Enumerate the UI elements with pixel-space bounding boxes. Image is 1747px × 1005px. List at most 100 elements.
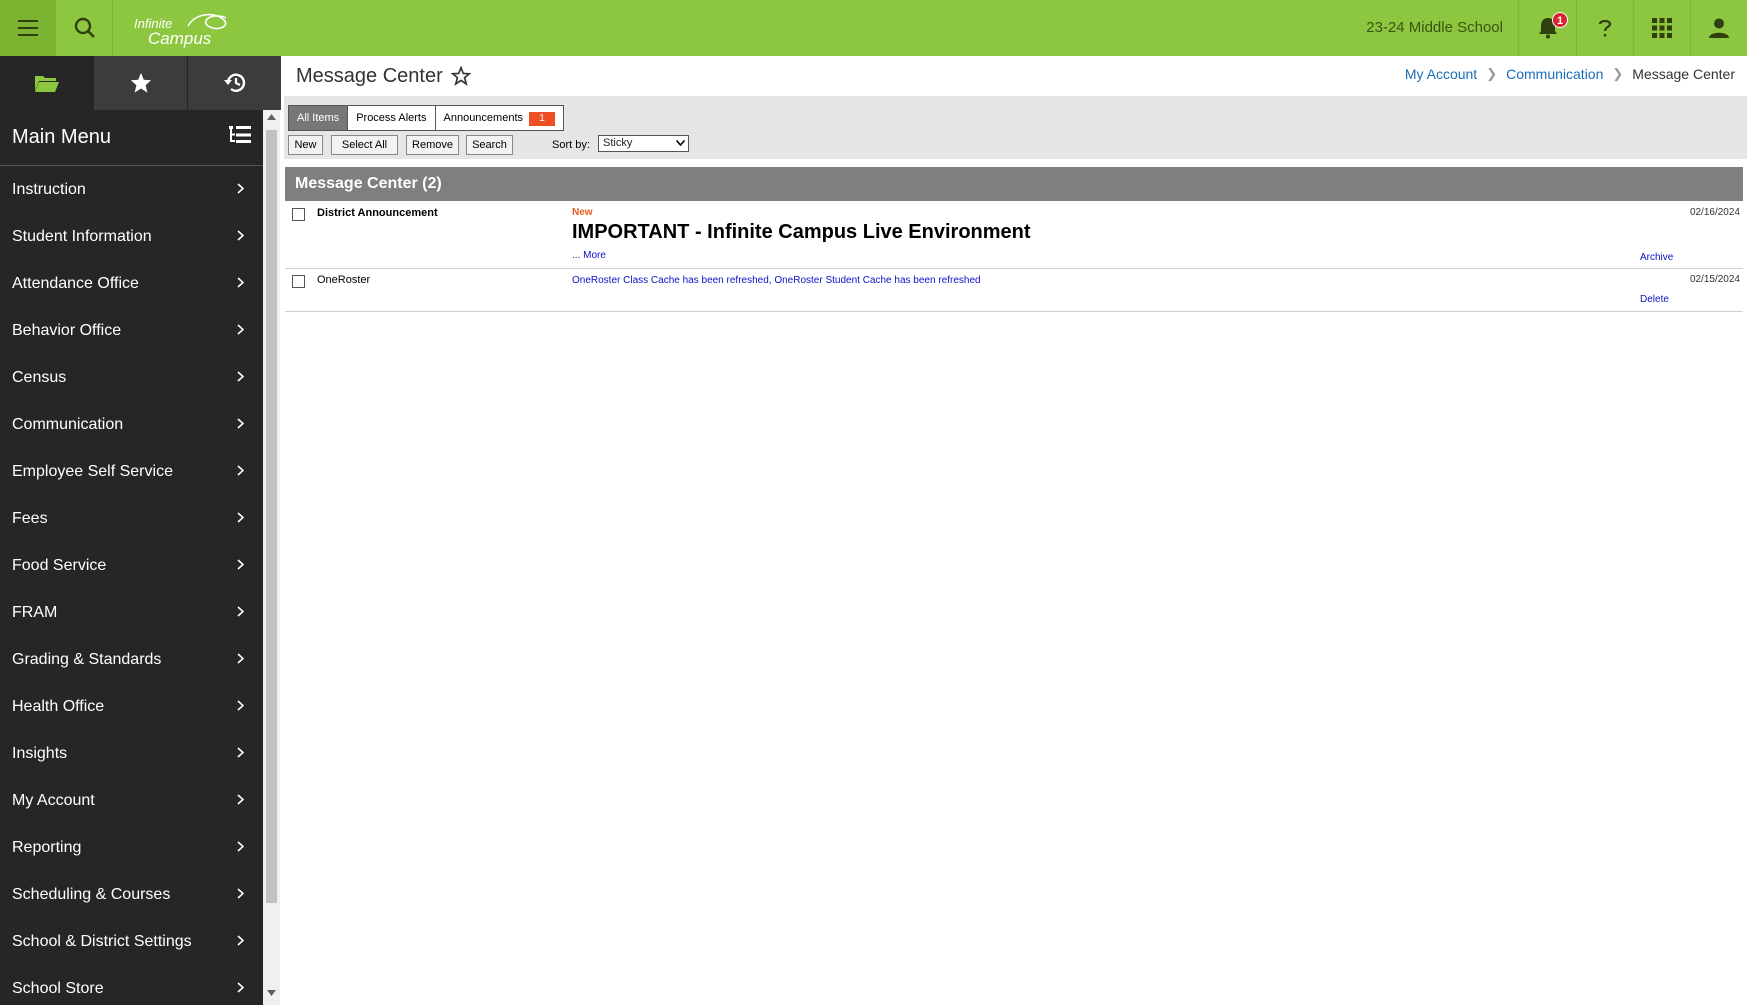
sidebar-item-food-service[interactable]: Food Service [0, 542, 263, 589]
scrollbar-thumb[interactable] [266, 130, 277, 903]
message-filter-tabs: All Items Process Alerts Announcements 1 [288, 105, 564, 131]
sidebar-item-label: Insights [12, 744, 68, 762]
tab-announcements-label: Announcements [443, 112, 524, 124]
archive-link[interactable]: Archive [1640, 252, 1673, 263]
main-content: Message Center My Account ❯ Communicatio… [280, 56, 1747, 1005]
chevron-right-icon [237, 794, 244, 805]
delete-link[interactable]: Delete [1640, 294, 1669, 305]
tab-favorites[interactable] [94, 56, 187, 110]
tab-process-alerts[interactable]: Process Alerts [348, 106, 436, 130]
sidebar-item-fees[interactable]: Fees [0, 495, 263, 542]
help-button[interactable] [1576, 0, 1633, 56]
folder-icon [34, 76, 59, 92]
main-menu-list: Instruction Student Information Attendan… [0, 166, 263, 1005]
chevron-right-icon [237, 653, 244, 664]
announcements-count-badge: 1 [529, 112, 555, 126]
sidebar-item-behavior-office[interactable]: Behavior Office [0, 307, 263, 354]
search-button[interactable]: Search [466, 135, 513, 155]
chevron-right-icon [237, 982, 244, 993]
breadcrumb-separator-icon: ❯ [1612, 66, 1624, 81]
main-menu-title: Main Menu [12, 126, 111, 148]
new-status-label: New [572, 207, 593, 218]
sidebar-item-communication[interactable]: Communication [0, 401, 263, 448]
user-icon [1709, 18, 1729, 38]
sort-by-select[interactable]: Sticky [598, 135, 689, 152]
chevron-down-icon [676, 140, 685, 146]
apps-grid-icon [1652, 18, 1672, 38]
sidebar-item-employee-self-service[interactable]: Employee Self Service [0, 448, 263, 495]
tab-announcements[interactable]: Announcements 1 [435, 106, 563, 130]
sidebar-tabs [0, 56, 281, 110]
breadcrumb-separator-icon: ❯ [1486, 66, 1498, 81]
message-toolbar: All Items Process Alerts Announcements 1 … [284, 96, 1747, 159]
sidebar-item-label: Instruction [12, 180, 86, 198]
tab-main-menu[interactable] [0, 56, 93, 110]
sidebar-item-census[interactable]: Census [0, 354, 263, 401]
user-account-button[interactable] [1690, 0, 1747, 56]
menu-icon [18, 20, 38, 36]
breadcrumb-communication[interactable]: Communication [1506, 66, 1603, 82]
chevron-right-icon [237, 888, 244, 899]
sidebar-scrollbar[interactable] [263, 110, 280, 1005]
chevron-right-icon [237, 935, 244, 946]
message-from: District Announcement [317, 207, 438, 219]
message-text-link[interactable]: OneRoster Class Cache has been refreshed… [572, 275, 981, 286]
sidebar-item-label: Reporting [12, 838, 82, 856]
sidebar-item-school-store[interactable]: School Store [0, 965, 263, 1005]
notifications-button[interactable]: 1 [1518, 0, 1576, 56]
favorite-star-icon[interactable] [451, 66, 471, 86]
sidebar-item-label: Communication [12, 415, 124, 433]
sidebar-item-school-district-settings[interactable]: School & District Settings [0, 918, 263, 965]
notification-count-badge: 1 [1552, 12, 1568, 28]
sidebar-item-insights[interactable]: Insights [0, 730, 263, 777]
school-selector[interactable]: 23-24 Middle School [1300, 0, 1525, 56]
tab-recent-history[interactable] [188, 56, 281, 110]
top-bar: Infinite Campus 23-24 Middle School 1 [0, 0, 1747, 56]
sidebar-item-grading-standards[interactable]: Grading & Standards [0, 636, 263, 683]
breadcrumb: My Account ❯ Communication ❯ Message Cen… [1405, 66, 1735, 82]
message-checkbox[interactable] [292, 275, 305, 288]
sidebar-item-label: School & District Settings [12, 932, 192, 950]
sidebar-item-label: Scheduling & Courses [12, 885, 171, 903]
main-menu-header: Main Menu [0, 110, 263, 166]
search-icon [74, 17, 95, 38]
announcement-title[interactable]: IMPORTANT - Infinite Campus Live Environ… [572, 221, 1031, 244]
message-row: OneRoster OneRoster Class Cache has been… [285, 269, 1743, 312]
sidebar-item-scheduling-courses[interactable]: Scheduling & Courses [0, 871, 263, 918]
sidebar-item-label: Student Information [12, 227, 152, 245]
message-checkbox[interactable] [292, 208, 305, 221]
message-row: District Announcement New IMPORTANT - In… [285, 201, 1743, 269]
scroll-up-arrow-icon[interactable] [267, 114, 276, 120]
chevron-right-icon [237, 700, 244, 711]
sidebar-item-fram[interactable]: FRAM [0, 589, 263, 636]
sidebar-item-attendance-office[interactable]: Attendance Office [0, 260, 263, 307]
more-link[interactable]: ... More [572, 250, 606, 261]
chevron-right-icon [237, 512, 244, 523]
sidebar: Main Menu Instruction Student Informatio… [0, 56, 281, 1005]
message-center-header: Message Center (2) [285, 167, 1743, 201]
sidebar-item-label: FRAM [12, 603, 58, 621]
message-from: OneRoster [317, 274, 371, 286]
breadcrumb-my-account[interactable]: My Account [1405, 66, 1477, 82]
sidebar-item-reporting[interactable]: Reporting [0, 824, 263, 871]
sidebar-item-student-information[interactable]: Student Information [0, 213, 263, 260]
sidebar-item-health-office[interactable]: Health Office [0, 683, 263, 730]
sidebar-item-label: Census [12, 368, 67, 386]
infinite-campus-logo[interactable]: Infinite Campus [130, 10, 240, 48]
menu-view-toggle[interactable] [229, 126, 251, 149]
sidebar-item-my-account[interactable]: My Account [0, 777, 263, 824]
menu-button[interactable] [0, 0, 56, 56]
new-button[interactable]: New [288, 135, 323, 155]
page-title: Message Center [296, 65, 443, 87]
sidebar-item-label: Employee Self Service [12, 462, 173, 480]
sidebar-item-label: Food Service [12, 556, 107, 574]
chevron-right-icon [237, 418, 244, 429]
sidebar-item-instruction[interactable]: Instruction [0, 166, 263, 213]
remove-button[interactable]: Remove [406, 135, 459, 155]
select-all-button[interactable]: Select All [331, 135, 398, 155]
search-button[interactable] [57, 0, 113, 56]
scroll-down-arrow-icon[interactable] [267, 990, 276, 996]
tab-all-items[interactable]: All Items [289, 106, 349, 130]
apps-button[interactable] [1633, 0, 1690, 56]
sidebar-item-label: My Account [12, 791, 95, 809]
